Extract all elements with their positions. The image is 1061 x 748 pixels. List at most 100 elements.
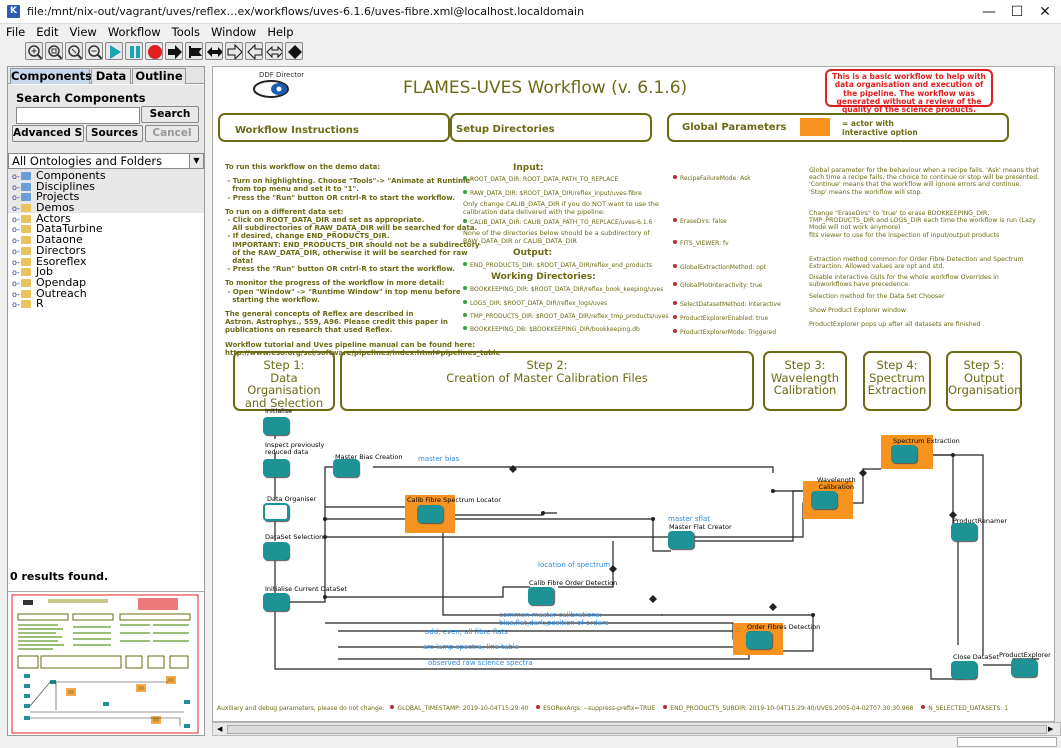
setup-directories-button[interactable]: Setup Directories	[450, 113, 652, 142]
run-icon[interactable]	[105, 42, 123, 60]
master-flat-actor[interactable]	[668, 531, 694, 549]
search-input[interactable]	[16, 107, 140, 124]
workflow-canvas[interactable]: DDF Director FLAMES-UVES Workflow (v. 6.…	[212, 66, 1055, 722]
spectrum-extraction-label: Spectrum Extraction	[893, 437, 960, 445]
maximize-button[interactable]: ☐	[1003, 2, 1031, 22]
instruction-line: All subdirectories of RAW_DATA_DIR will …	[225, 224, 478, 233]
end-products-dir-label: END_PRODUCTS_DIR: $ROOT_DATA_DIR/reflex_…	[470, 262, 652, 269]
scroll-left-icon[interactable]: ◀	[217, 725, 225, 733]
tree-item[interactable]: o- R	[8, 298, 204, 311]
scroll-thumb[interactable]	[227, 725, 1047, 734]
stop-icon[interactable]	[145, 42, 163, 60]
root-data-dir[interactable]: ROOT_DATA_DIR: ROOT_DATA_PATH_TO_REPLACE	[463, 176, 618, 183]
master-bias-actor[interactable]	[333, 459, 359, 477]
esorex-args[interactable]: ESORexArgs: --suppress-prefix=TRUE	[536, 705, 655, 712]
instruction-line: - Press the "Run" button OR cntrl-R to s…	[225, 193, 455, 202]
menu-help[interactable]: Help	[261, 24, 298, 40]
product-explorer-actor[interactable]	[1011, 659, 1037, 677]
wavelength-actor[interactable]	[811, 491, 837, 509]
folder-icon	[21, 236, 31, 245]
global-param[interactable]: ProductExplorerMode: Triggered	[673, 329, 776, 336]
calib-data-dir[interactable]: CALIB_DATA_DIR: CALIB_DATA_PATH_TO_REPLA…	[463, 219, 652, 226]
diamond-icon[interactable]	[285, 42, 303, 60]
ontology-select[interactable]: All Ontologies and Folders ▼	[8, 153, 204, 169]
director-icon[interactable]	[253, 80, 289, 98]
step-3-box: Step 3: Wavelength Calibration	[763, 351, 847, 411]
order-fibres-actor[interactable]	[746, 631, 772, 649]
end-products-subdir[interactable]: END_PRODUCTS_SUBDIR: 2019-10-04T15:29:40…	[663, 705, 913, 712]
close-dataset-actor[interactable]	[951, 661, 977, 679]
search-button[interactable]: Search	[141, 106, 199, 123]
calib-order-label: Calib Fibre Order Detection	[529, 579, 618, 587]
instruction-line: starting the workflow.	[225, 295, 320, 304]
vertical-scrollbar[interactable]	[1055, 66, 1061, 722]
scroll-right-icon[interactable]: ▶	[1048, 725, 1056, 733]
wavelength-label: Wavelength Calibration	[817, 476, 856, 491]
chevron-down-icon[interactable]: ▼	[189, 154, 203, 168]
minimize-button[interactable]: —	[975, 2, 1003, 22]
product-renamer-actor[interactable]	[951, 523, 977, 541]
global-timestamp[interactable]: GLOBAL_TIMESTAMP: 2019-10-04T15:29:40	[390, 705, 528, 712]
instructions-button[interactable]: Workflow Instructions	[218, 113, 450, 142]
global-param[interactable]: GlobalPlotInteractivity: true	[673, 282, 762, 289]
zoom-in-icon[interactable]	[25, 42, 43, 60]
stop-at-icon[interactable]	[185, 42, 203, 60]
data-organiser-actor[interactable]	[263, 503, 289, 521]
animate-icon[interactable]	[225, 42, 243, 60]
zoom-fit-icon[interactable]	[65, 42, 83, 60]
workflow-minimap[interactable]	[8, 591, 204, 735]
data-organiser-label: Data Organiser	[267, 495, 317, 503]
toolbar	[0, 40, 1061, 64]
menu-workflow[interactable]: Workflow	[102, 24, 166, 40]
n-selected-datasets[interactable]: N_SELECTED_DATASETS: 1	[921, 705, 1008, 712]
product-renamer-label: ProductRenamer	[953, 517, 1008, 525]
menu-file[interactable]: File	[0, 24, 30, 40]
global-param[interactable]: ProductExplorerEnabled: true	[673, 315, 768, 322]
tab-outline[interactable]: Outline	[132, 68, 186, 84]
menu-view[interactable]: View	[64, 24, 102, 40]
zoom-out-icon[interactable]	[85, 42, 103, 60]
graph-icon[interactable]	[265, 42, 283, 60]
global-parameters-button[interactable]: Global Parameters = actor with interacti…	[667, 113, 1009, 142]
init-current-actor[interactable]	[263, 593, 289, 611]
step-icon[interactable]	[165, 42, 183, 60]
logs-dir[interactable]: LOGS_DIR: $ROOT_DATA_DIR/reflex_logs/uve…	[463, 300, 607, 307]
global-param[interactable]: SelectDatasetMethod: Interactive	[673, 301, 781, 308]
tab-components[interactable]: Components	[10, 68, 92, 84]
zoom-reset-icon[interactable]	[45, 42, 63, 60]
spectrum-extraction-actor[interactable]	[891, 445, 917, 463]
global-param[interactable]: FITS_VIEWER: fv	[673, 240, 729, 247]
inspect-actor[interactable]	[263, 459, 289, 477]
horizontal-scrollbar[interactable]: ◀ ▶	[212, 722, 1061, 736]
raw-data-dir-label: RAW_DATA_DIR: $ROOT_DATA_DIR/reflex_inpu…	[470, 190, 642, 197]
expand-icon[interactable]: o-	[12, 247, 21, 258]
menu-edit[interactable]: Edit	[30, 24, 63, 40]
advanced-search-button[interactable]: Advanced S...	[12, 125, 84, 142]
end-products-dir[interactable]: END_PRODUCTS_DIR: $ROOT_DATA_DIR/reflex_…	[463, 262, 652, 269]
global-param[interactable]: RecipeFailureMode: Ask	[673, 175, 751, 182]
initialise-actor[interactable]	[263, 417, 289, 435]
expand-icon[interactable]: o-	[12, 300, 21, 311]
listen-icon[interactable]	[245, 42, 263, 60]
tmp-products-dir[interactable]: TMP_PRODUCTS_DIR: $ROOT_DATA_DIR/reflex_…	[463, 313, 668, 320]
global-param-description: Change "EraseDirs" to 'true' to erase BO…	[809, 210, 1036, 232]
app-icon: K	[7, 5, 20, 18]
global-param[interactable]: EraseDirs: false	[673, 218, 727, 225]
sources-button[interactable]: Sources	[86, 125, 143, 142]
note-box: This is a basic workflow to help with da…	[825, 69, 993, 114]
tab-data[interactable]: Data	[91, 68, 131, 84]
expand-icon[interactable]: o-	[12, 279, 21, 290]
menu-window[interactable]: Window	[205, 24, 261, 40]
bookkeeping-dir[interactable]: BOOKKEEPING_DIR: $ROOT_DATA_DIR/reflex_b…	[463, 286, 663, 293]
calib-locator-actor[interactable]	[417, 505, 443, 523]
calib-order-actor[interactable]	[528, 587, 554, 605]
close-button[interactable]: ✕	[1031, 2, 1059, 22]
menu-tools[interactable]: Tools	[166, 24, 205, 40]
dataset-selection-actor[interactable]	[263, 542, 289, 560]
bookkeeping-db[interactable]: BOOKKEEPING_DB: $BOOKKEEPING_DIR/bookkee…	[463, 326, 640, 333]
arc-channel: arc lamp spectra, line table	[423, 643, 520, 651]
toggle-icon[interactable]	[205, 42, 223, 60]
global-param[interactable]: GlobalExtractionMethod: opt	[673, 264, 766, 271]
raw-data-dir[interactable]: RAW_DATA_DIR: $ROOT_DATA_DIR/reflex_inpu…	[463, 190, 642, 197]
pause-icon[interactable]	[125, 42, 143, 60]
